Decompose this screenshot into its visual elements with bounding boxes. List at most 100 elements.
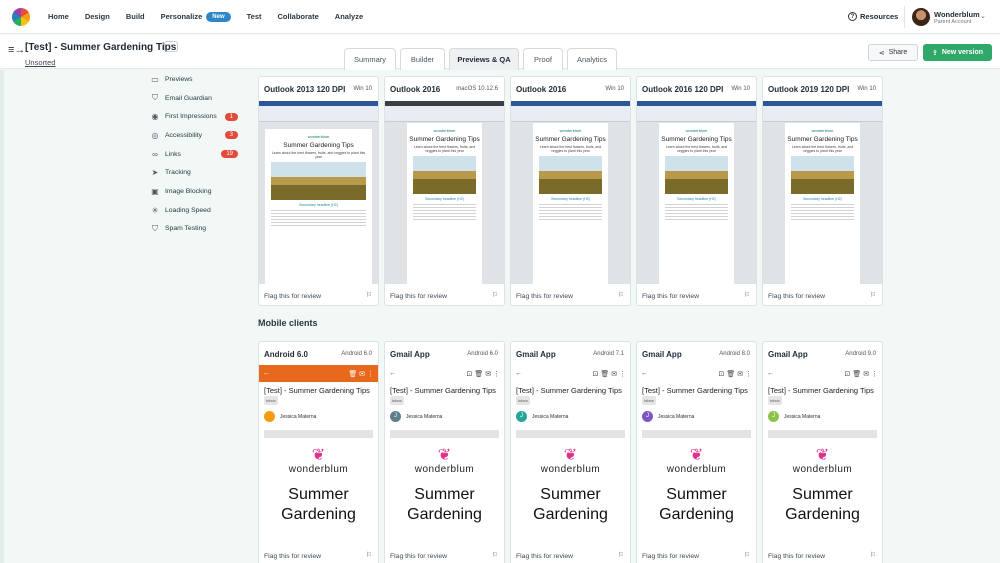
- flag-icon[interactable]: ⚐: [366, 291, 372, 299]
- email-body: wonderblum Summer Gardening Tips Learn a…: [785, 123, 860, 284]
- flag-icon[interactable]: ⚐: [492, 551, 498, 559]
- nav-test[interactable]: Test: [247, 12, 262, 21]
- sidebar-item-label: Spam Testing: [165, 225, 207, 233]
- email-title: Summer Gardening: [281, 486, 356, 523]
- sidebar-item-tracking[interactable]: ➤ Tracking: [150, 163, 250, 182]
- sidebar-toggle-icon[interactable]: ≡→: [8, 44, 25, 56]
- email-section-title: Secondary headline (H2): [299, 203, 338, 207]
- email-screenshot: ← ⊡ 🗑 ✉ ⋮ [Test] - Summer Gardening Tips …: [763, 365, 882, 548]
- flag-label[interactable]: Flag this for review: [768, 553, 825, 560]
- nav-home[interactable]: Home: [48, 12, 69, 21]
- app-logo[interactable]: [12, 7, 30, 26]
- flag-icon[interactable]: ⚐: [870, 291, 876, 299]
- avatar[interactable]: [912, 8, 930, 26]
- new-version-button[interactable]: ⇪ New version: [923, 44, 992, 61]
- email-title: Summer Gardening: [659, 486, 734, 523]
- body-text-lines: [413, 204, 476, 220]
- email-title: Summer Gardening Tips: [535, 136, 606, 143]
- sidebar-item-image-blocking[interactable]: ▣ Image Blocking: [150, 182, 250, 201]
- preview-card-mobile-0[interactable]: Android 6.0 Android 6.0 ← 🗑 ✉ ⋮ [Test] - …: [258, 341, 379, 563]
- sidebar-item-first-impressions[interactable]: ◉ First Impressions 1: [150, 107, 250, 126]
- flag-icon[interactable]: ⚐: [870, 551, 876, 559]
- preview-card-desktop-4[interactable]: Outlook 2019 120 DPI Win 10 wonderblum S…: [762, 76, 883, 306]
- sidebar-item-accessibility[interactable]: ◎ Accessibility 3: [150, 126, 250, 145]
- flag-icon[interactable]: ⚐: [618, 551, 624, 559]
- chevron-down-icon[interactable]: ⌄: [980, 12, 986, 20]
- subject-text: [Test] - Summer Gardening Tips: [768, 386, 874, 395]
- flag-icon[interactable]: ⚐: [618, 291, 624, 299]
- placeholder-bar: [390, 430, 499, 438]
- sidebar-item-spam-testing[interactable]: ⛉ Spam Testing: [150, 220, 250, 239]
- client-name: Outlook 2019 120 DPI: [768, 85, 850, 94]
- client-os: Win 10: [731, 86, 750, 92]
- flag-label[interactable]: Flag this for review: [390, 293, 447, 300]
- email-title: Summer Gardening: [407, 486, 482, 523]
- client-os: Android 9.0: [845, 351, 876, 357]
- flag-label[interactable]: Flag this for review: [390, 553, 447, 560]
- tab-proof[interactable]: Proof: [523, 48, 563, 70]
- resources-link[interactable]: ? Resources: [848, 12, 898, 21]
- flag-label[interactable]: Flag this for review: [264, 293, 321, 300]
- preview-card-desktop-1[interactable]: Outlook 2016 macOS 10.12.6 wonderblum Su…: [384, 76, 505, 306]
- flag-label[interactable]: Flag this for review: [768, 293, 825, 300]
- tab-summary[interactable]: Summary: [344, 48, 396, 70]
- toolbar-icons: 🗑 ✉ ⋮: [348, 370, 374, 378]
- flag-label[interactable]: Flag this for review: [516, 553, 573, 560]
- nav-personalize[interactable]: Personalize New: [160, 11, 231, 22]
- body-text-lines: [791, 204, 854, 220]
- preview-card-mobile-2[interactable]: Gmail App Android 7.1 ← ⊡ 🗑 ✉ ⋮ [Test] - …: [510, 341, 631, 563]
- sidebar-item-previews[interactable]: ▭ Previews: [150, 70, 250, 89]
- client-os: macOS 10.12.6: [456, 86, 498, 92]
- sender-name: Jessica Materna: [784, 413, 821, 420]
- sender-row: Jessica Materna: [259, 405, 378, 422]
- tab-builder[interactable]: Builder: [400, 48, 445, 70]
- sidebar-item-label: Email Guardian: [165, 94, 212, 102]
- sidebar-item-label: Accessibility: [165, 131, 203, 139]
- subject-text: [Test] - Summer Gardening Tips: [516, 386, 622, 395]
- nav-build[interactable]: Build: [126, 12, 145, 21]
- brand-name: wonderblum: [792, 464, 853, 475]
- sender-row: J Jessica Materna: [637, 405, 756, 422]
- folder-link[interactable]: Unsorted: [25, 58, 55, 67]
- flag-icon[interactable]: ⚐: [492, 291, 498, 299]
- leaf-icon: ❦: [311, 447, 326, 464]
- brand-logo: wonderblum: [685, 128, 708, 133]
- help-icon: ?: [848, 12, 857, 21]
- avatar: J: [768, 411, 779, 422]
- flag-icon[interactable]: ⚐: [744, 291, 750, 299]
- account-name[interactable]: Wonderblum: [934, 10, 980, 19]
- flag-label[interactable]: Flag this for review: [642, 553, 699, 560]
- monitor-icon: ▭: [151, 74, 159, 84]
- sidebar-item-links[interactable]: ∞ Links 19: [150, 145, 250, 164]
- flag-icon[interactable]: ⚐: [366, 551, 372, 559]
- leaf-icon: ❦: [563, 447, 578, 464]
- share-button[interactable]: ⋖ Share: [868, 44, 918, 61]
- flag-icon[interactable]: ⚐: [744, 551, 750, 559]
- preview-card-mobile-1[interactable]: Gmail App Android 6.0 ← ⊡ 🗑 ✉ ⋮ [Test] - …: [384, 341, 505, 563]
- inbox-chip: Inbox: [768, 396, 782, 405]
- sidebar-item-label: Tracking: [165, 169, 191, 177]
- preview-card-mobile-4[interactable]: Gmail App Android 9.0 ← ⊡ 🗑 ✉ ⋮ [Test] - …: [762, 341, 883, 563]
- resources-label: Resources: [860, 12, 899, 21]
- email-title: Summer Gardening: [533, 486, 608, 523]
- nav-design[interactable]: Design: [85, 12, 110, 21]
- flag-label[interactable]: Flag this for review: [642, 293, 699, 300]
- sidebar-item-email-guardian[interactable]: ⛉ Email Guardian: [150, 89, 250, 108]
- preview-card-desktop-0[interactable]: Outlook 2013 120 DPI Win 10 wonderblum S…: [258, 76, 379, 306]
- toolbar-icons: ⊡ 🗑 ✉ ⋮: [592, 370, 626, 378]
- brand-logo: ❦ wonderblum: [637, 448, 756, 476]
- tab-previews-qa[interactable]: Previews & QA: [449, 48, 519, 70]
- preview-card-desktop-2[interactable]: Outlook 2016 Win 10 wonderblum Summer Ga…: [510, 76, 631, 306]
- nav-personalize-label: Personalize: [160, 12, 203, 21]
- tab-analytics[interactable]: Analytics: [567, 48, 617, 70]
- flag-label[interactable]: Flag this for review: [264, 553, 321, 560]
- nav-analyze[interactable]: Analyze: [335, 12, 363, 21]
- image-icon: ▣: [151, 186, 159, 196]
- nav-collaborate[interactable]: Collaborate: [278, 12, 319, 21]
- sidebar-item-loading-speed[interactable]: ✳ Loading Speed: [150, 201, 250, 220]
- brand-name: wonderblum: [666, 464, 727, 475]
- flag-label[interactable]: Flag this for review: [516, 293, 573, 300]
- more-options-button[interactable]: ···: [164, 41, 178, 52]
- preview-card-desktop-3[interactable]: Outlook 2016 120 DPI Win 10 wonderblum S…: [636, 76, 757, 306]
- preview-card-mobile-3[interactable]: Gmail App Android 8.0 ← ⊡ 🗑 ✉ ⋮ [Test] - …: [636, 341, 757, 563]
